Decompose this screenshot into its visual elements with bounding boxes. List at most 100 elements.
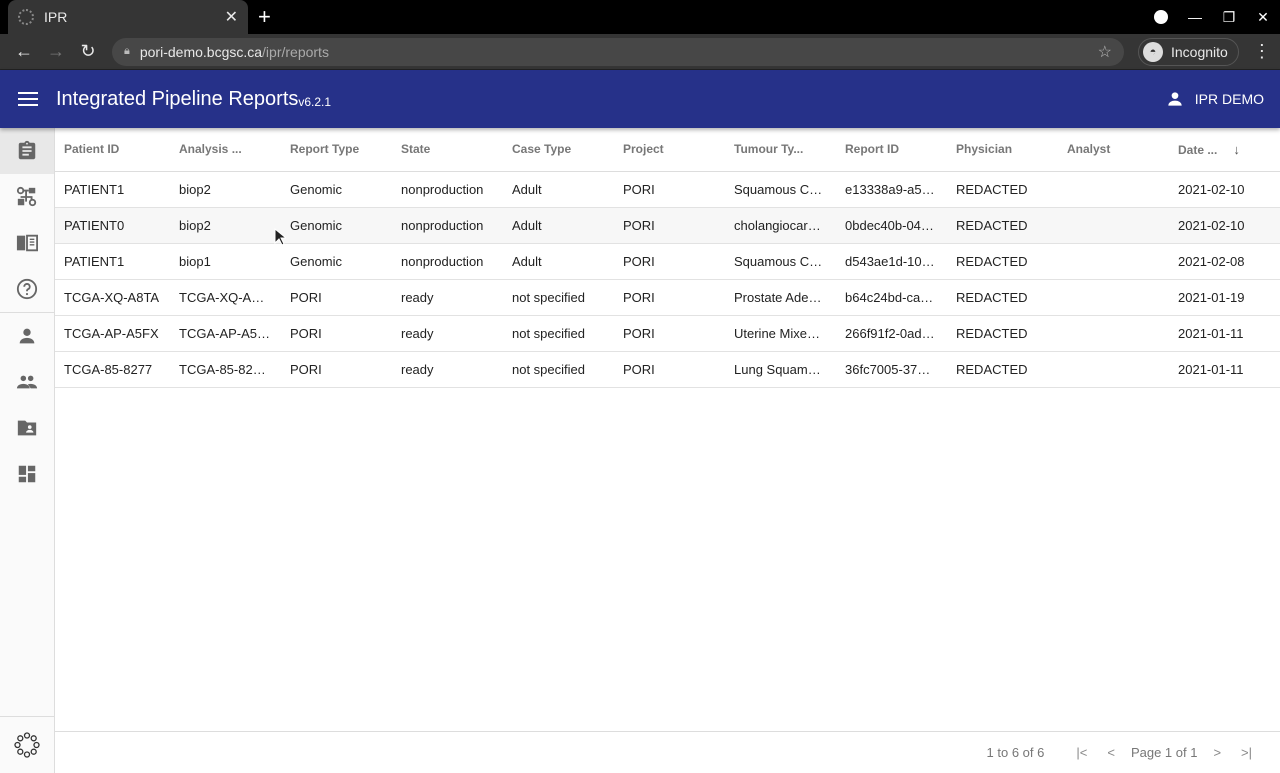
cell-analysis[interactable]: TCGA-AP-A5… — [170, 315, 281, 352]
cell-report-type[interactable]: Genomic — [281, 171, 392, 208]
cell-analysis[interactable]: biop1 — [170, 243, 281, 280]
cell-tumour-type[interactable]: Squamous C… — [725, 171, 836, 208]
previous-page-icon[interactable]: < — [1107, 745, 1115, 760]
cell-project[interactable]: PORI — [614, 315, 725, 352]
cell-report-id[interactable]: 0bdec40b-04… — [836, 207, 947, 244]
restore-icon[interactable]: ❐ — [1212, 9, 1246, 26]
cell-analysis[interactable]: TCGA-85-82… — [170, 351, 281, 388]
cell-report-id[interactable]: 36fc7005-37… — [836, 351, 947, 388]
back-button[interactable]: ← — [8, 41, 40, 62]
cell-project[interactable]: PORI — [614, 279, 725, 316]
cell-project[interactable]: PORI — [614, 351, 725, 388]
column-header-report-type[interactable]: Report Type — [281, 128, 392, 172]
sidebar-item-reports[interactable] — [0, 128, 54, 174]
cell-date[interactable]: 2021-01-11 — [1169, 351, 1280, 388]
table-row[interactable]: TCGA-AP-A5FX TCGA-AP-A5… PORI ready not spec… — [55, 315, 1280, 352]
table-row[interactable]: PATIENT1 biop2 Genomic nonproduction Adult PO… — [55, 171, 1280, 208]
first-page-icon[interactable]: |< — [1076, 745, 1087, 760]
column-header-patient-id[interactable]: Patient ID — [55, 128, 170, 172]
cell-tumour-type[interactable]: Uterine Mixe… — [725, 315, 836, 352]
cell-patient-id[interactable]: TCGA-XQ-A8TA — [55, 279, 170, 316]
cell-case-type[interactable]: Adult — [503, 171, 614, 208]
cell-case-type[interactable]: not specified — [503, 279, 614, 316]
new-tab-button[interactable]: + — [258, 4, 271, 30]
cell-physician[interactable]: REDACTED — [947, 351, 1058, 388]
reload-button[interactable]: ↻ — [72, 41, 104, 62]
close-tab-icon[interactable]: ✕ — [225, 7, 238, 27]
menu-icon[interactable] — [18, 92, 38, 106]
cell-case-type[interactable]: not specified — [503, 315, 614, 352]
cell-project[interactable]: PORI — [614, 207, 725, 244]
column-header-tumour-type[interactable]: Tumour Ty... — [725, 128, 836, 172]
cell-patient-id[interactable]: PATIENT1 — [55, 171, 170, 208]
browser-tab[interactable]: IPR ✕ — [8, 0, 248, 34]
cell-case-type[interactable]: Adult — [503, 207, 614, 244]
sidebar-item-projects[interactable] — [0, 405, 54, 451]
cell-report-type[interactable]: Genomic — [281, 243, 392, 280]
cell-analysis[interactable]: TCGA-XQ-A… — [170, 279, 281, 316]
next-page-icon[interactable]: > — [1213, 745, 1221, 760]
sidebar-item-groups[interactable] — [0, 359, 54, 405]
cell-date[interactable]: 2021-02-10 — [1169, 171, 1280, 208]
cell-patient-id[interactable]: PATIENT1 — [55, 243, 170, 280]
cell-tumour-type[interactable]: Prostate Ade… — [725, 279, 836, 316]
cell-analyst[interactable] — [1058, 207, 1169, 244]
table-row[interactable]: PATIENT0 biop2 Genomic nonproduction Adult PO… — [55, 207, 1280, 244]
cell-report-id[interactable]: b64c24bd-ca… — [836, 279, 947, 316]
cell-patient-id[interactable]: TCGA-AP-A5FX — [55, 315, 170, 352]
cell-report-type[interactable]: PORI — [281, 279, 392, 316]
cell-physician[interactable]: REDACTED — [947, 279, 1058, 316]
cell-state[interactable]: ready — [392, 315, 503, 352]
column-header-date[interactable]: Date ... ↓ — [1169, 128, 1280, 172]
minimize-icon[interactable]: — — [1178, 9, 1212, 25]
cell-project[interactable]: PORI — [614, 243, 725, 280]
cell-date[interactable]: 2021-01-11 — [1169, 315, 1280, 352]
cell-patient-id[interactable]: TCGA-85-8277 — [55, 351, 170, 388]
cell-tumour-type[interactable]: Squamous C… — [725, 243, 836, 280]
cell-analyst[interactable] — [1058, 279, 1169, 316]
last-page-icon[interactable]: >| — [1241, 745, 1252, 760]
browser-menu-icon[interactable]: ⋮ — [1253, 41, 1271, 62]
cell-report-type[interactable]: PORI — [281, 351, 392, 388]
cell-state[interactable]: ready — [392, 279, 503, 316]
cell-date[interactable]: 2021-02-08 — [1169, 243, 1280, 280]
user-menu-button[interactable]: IPR DEMO — [1165, 89, 1264, 109]
cell-analysis[interactable]: biop2 — [170, 171, 281, 208]
cell-physician[interactable]: REDACTED — [947, 243, 1058, 280]
cell-state[interactable]: nonproduction — [392, 171, 503, 208]
sidebar-item-templates[interactable] — [0, 451, 54, 497]
sidebar-item-docs[interactable] — [0, 220, 54, 266]
incognito-badge[interactable]: ◓ Incognito — [1138, 37, 1239, 66]
column-header-report-id[interactable]: Report ID — [836, 128, 947, 172]
cell-patient-id[interactable]: PATIENT0 — [55, 207, 170, 244]
column-header-analysis[interactable]: Analysis ... — [170, 128, 281, 172]
sidebar-item-germline[interactable] — [0, 174, 54, 220]
cell-state[interactable]: nonproduction — [392, 243, 503, 280]
table-row[interactable]: TCGA-XQ-A8TA TCGA-XQ-A… PORI ready not speci… — [55, 279, 1280, 316]
cell-project[interactable]: PORI — [614, 171, 725, 208]
cell-date[interactable]: 2021-02-10 — [1169, 207, 1280, 244]
column-header-project[interactable]: Project — [614, 128, 725, 172]
cell-report-id[interactable]: e13338a9-a5… — [836, 171, 947, 208]
cell-report-id[interactable]: 266f91f2-0ad… — [836, 315, 947, 352]
cell-state[interactable]: nonproduction — [392, 207, 503, 244]
cell-report-type[interactable]: Genomic — [281, 207, 392, 244]
cell-date[interactable]: 2021-01-19 — [1169, 279, 1280, 316]
sidebar-item-help[interactable] — [0, 266, 54, 312]
sidebar-item-users[interactable] — [0, 313, 54, 359]
cell-report-type[interactable]: PORI — [281, 315, 392, 352]
column-header-analyst[interactable]: Analyst — [1058, 128, 1169, 172]
cell-physician[interactable]: REDACTED — [947, 171, 1058, 208]
window-close-icon[interactable]: ✕ — [1246, 9, 1280, 26]
column-header-state[interactable]: State — [392, 128, 503, 172]
cell-physician[interactable]: REDACTED — [947, 207, 1058, 244]
table-row[interactable]: PATIENT1 biop1 Genomic nonproduction Adult PO… — [55, 243, 1280, 280]
cell-physician[interactable]: REDACTED — [947, 315, 1058, 352]
tab-search-icon[interactable] — [1154, 10, 1168, 24]
column-header-case-type[interactable]: Case Type — [503, 128, 614, 172]
cell-state[interactable]: ready — [392, 351, 503, 388]
cell-report-id[interactable]: d543ae1d-10… — [836, 243, 947, 280]
column-header-physician[interactable]: Physician — [947, 128, 1058, 172]
bookmark-star-icon[interactable]: ☆ — [1098, 42, 1112, 62]
cell-analyst[interactable] — [1058, 315, 1169, 352]
